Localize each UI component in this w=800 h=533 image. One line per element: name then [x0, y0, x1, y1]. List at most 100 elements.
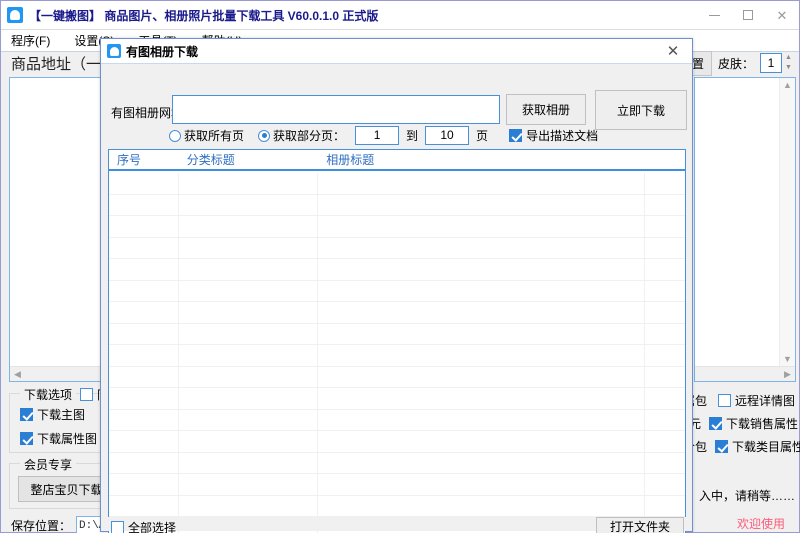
table-cell: [179, 388, 319, 409]
scroll-up-icon[interactable]: ▲: [783, 78, 792, 92]
table-header-row: 序号 分类标题 相册标题: [109, 150, 685, 171]
table-cell: [318, 216, 646, 237]
table-cell: [318, 280, 646, 301]
download-options-title: 下载选项: [20, 386, 77, 403]
table-cell: [179, 280, 319, 301]
radio-all-pages[interactable]: 获取所有页: [169, 127, 244, 144]
table-cell: [179, 216, 319, 237]
radio-partial-pages-label: 获取部分页：: [273, 129, 346, 143]
table-cell: [109, 194, 179, 215]
table-cell: [179, 173, 319, 194]
page-to-input[interactable]: 10: [425, 126, 470, 145]
table-row[interactable]: [109, 237, 685, 259]
skin-value-input[interactable]: 1: [760, 53, 782, 73]
table-row[interactable]: [109, 280, 685, 302]
spinner-up-icon[interactable]: ▲: [785, 54, 792, 62]
table-row[interactable]: [109, 409, 685, 431]
table-cell: [645, 453, 685, 474]
album-results-table[interactable]: 序号 分类标题 相册标题: [108, 149, 686, 533]
table-cell: [645, 281, 685, 302]
checkbox-download-sales-attr[interactable]: 下载销售属性: [709, 415, 798, 432]
table-header-spacer: [645, 150, 685, 169]
table-header-album-title[interactable]: 相册标题: [318, 150, 645, 169]
table-row[interactable]: [109, 259, 685, 281]
log-horizontal-scrollbar[interactable]: ▶: [695, 366, 795, 381]
checkbox-download-main-image[interactable]: 下载主图: [20, 406, 85, 423]
spinner-down-icon[interactable]: ▼: [785, 64, 792, 72]
fetch-album-button[interactable]: 获取相册: [506, 94, 586, 125]
table-row[interactable]: [109, 323, 685, 345]
dialog-body: 有图相册网址： 获取相册 立即下载 获取所有页 获取部分页： 1 到 10 页: [101, 64, 692, 533]
checkbox-box-icon: [20, 408, 33, 421]
table-row[interactable]: [109, 345, 685, 367]
table-row[interactable]: [109, 431, 685, 453]
table-cell: [179, 409, 319, 430]
app-icon: [107, 44, 121, 58]
page-unit-label: 页: [476, 129, 489, 143]
table-row[interactable]: [109, 302, 685, 324]
table-cell: [109, 474, 179, 495]
radio-partial-pages[interactable]: 获取部分页：: [258, 127, 345, 144]
table-cell: [645, 302, 685, 323]
table-row[interactable]: [109, 366, 685, 388]
table-cell: [318, 194, 646, 215]
table-cell: [109, 345, 179, 366]
table-cell: [179, 345, 319, 366]
table-cell: [318, 323, 646, 344]
skin-spinner-arrows[interactable]: ▲ ▼: [782, 53, 795, 73]
checkbox-export-description-doc[interactable]: 导出描述文档: [509, 127, 598, 144]
table-cell: [109, 237, 179, 258]
dialog-close-button[interactable]: ✕: [654, 39, 692, 64]
table-cell: [179, 495, 319, 516]
scroll-left-icon[interactable]: ◀: [10, 369, 25, 380]
table-cell: [109, 302, 179, 323]
table-cell: [645, 431, 685, 452]
checkbox-download-category-attr[interactable]: 下载类目属性: [715, 438, 800, 455]
table-row[interactable]: [109, 495, 685, 517]
scroll-right-icon[interactable]: ▶: [780, 369, 795, 380]
table-cell: [645, 345, 685, 366]
open-folder-button[interactable]: 打开文件夹: [596, 517, 684, 533]
table-cell: [109, 366, 179, 387]
window-controls: ✕: [697, 1, 799, 30]
table-cell: [318, 366, 646, 387]
radio-all-pages-label: 获取所有页: [184, 129, 245, 143]
table-body: [109, 173, 685, 533]
table-cell: [179, 431, 319, 452]
table-cell: [179, 237, 319, 258]
log-vertical-scrollbar[interactable]: ▲ ▼: [779, 78, 795, 366]
maximize-button[interactable]: [731, 1, 765, 30]
download-now-button[interactable]: 立即下载: [595, 90, 687, 130]
table-cell: [645, 173, 685, 194]
right-options-panel: 属包 远程详情图 元 下载销售属性 合包 下载类目属性: [683, 389, 800, 458]
table-row[interactable]: [109, 474, 685, 496]
table-header-category-title[interactable]: 分类标题: [179, 150, 319, 169]
table-row[interactable]: [109, 452, 685, 474]
table-header-index[interactable]: 序号: [109, 150, 179, 169]
checkbox-box-icon: [20, 432, 33, 445]
checkbox-select-all[interactable]: 全部选择: [111, 519, 176, 533]
menu-item-program[interactable]: 程序(F): [11, 30, 64, 51]
table-cell: [179, 194, 319, 215]
checkbox-box-icon: [709, 417, 723, 430]
table-row[interactable]: [109, 388, 685, 410]
scroll-down-icon[interactable]: ▼: [783, 352, 792, 366]
table-row[interactable]: [109, 194, 685, 216]
log-textarea[interactable]: ▲ ▼ ▶: [694, 77, 796, 382]
status-text: 入中，请稍等……: [698, 489, 795, 503]
close-button[interactable]: ✕: [765, 1, 799, 30]
table-cell: [645, 195, 685, 216]
minimize-button[interactable]: [697, 1, 731, 30]
dialog-titlebar: 有图相册下载 ✕: [101, 39, 692, 64]
skin-stepper[interactable]: 1 ▲ ▼: [760, 53, 795, 73]
table-cell: [645, 367, 685, 388]
table-cell: [318, 345, 646, 366]
dialog-bottom-strip: 全部选择 打开文件夹: [101, 517, 692, 533]
table-row[interactable]: [109, 173, 685, 195]
checkbox-download-attr-image[interactable]: 下载属性图: [20, 430, 97, 447]
album-url-input[interactable]: [172, 95, 500, 124]
table-row[interactable]: [109, 216, 685, 238]
checkbox-remote-detail-image[interactable]: 远程详情图: [717, 392, 795, 409]
checkbox-box-icon: [509, 129, 523, 142]
page-from-input[interactable]: 1: [355, 126, 400, 145]
